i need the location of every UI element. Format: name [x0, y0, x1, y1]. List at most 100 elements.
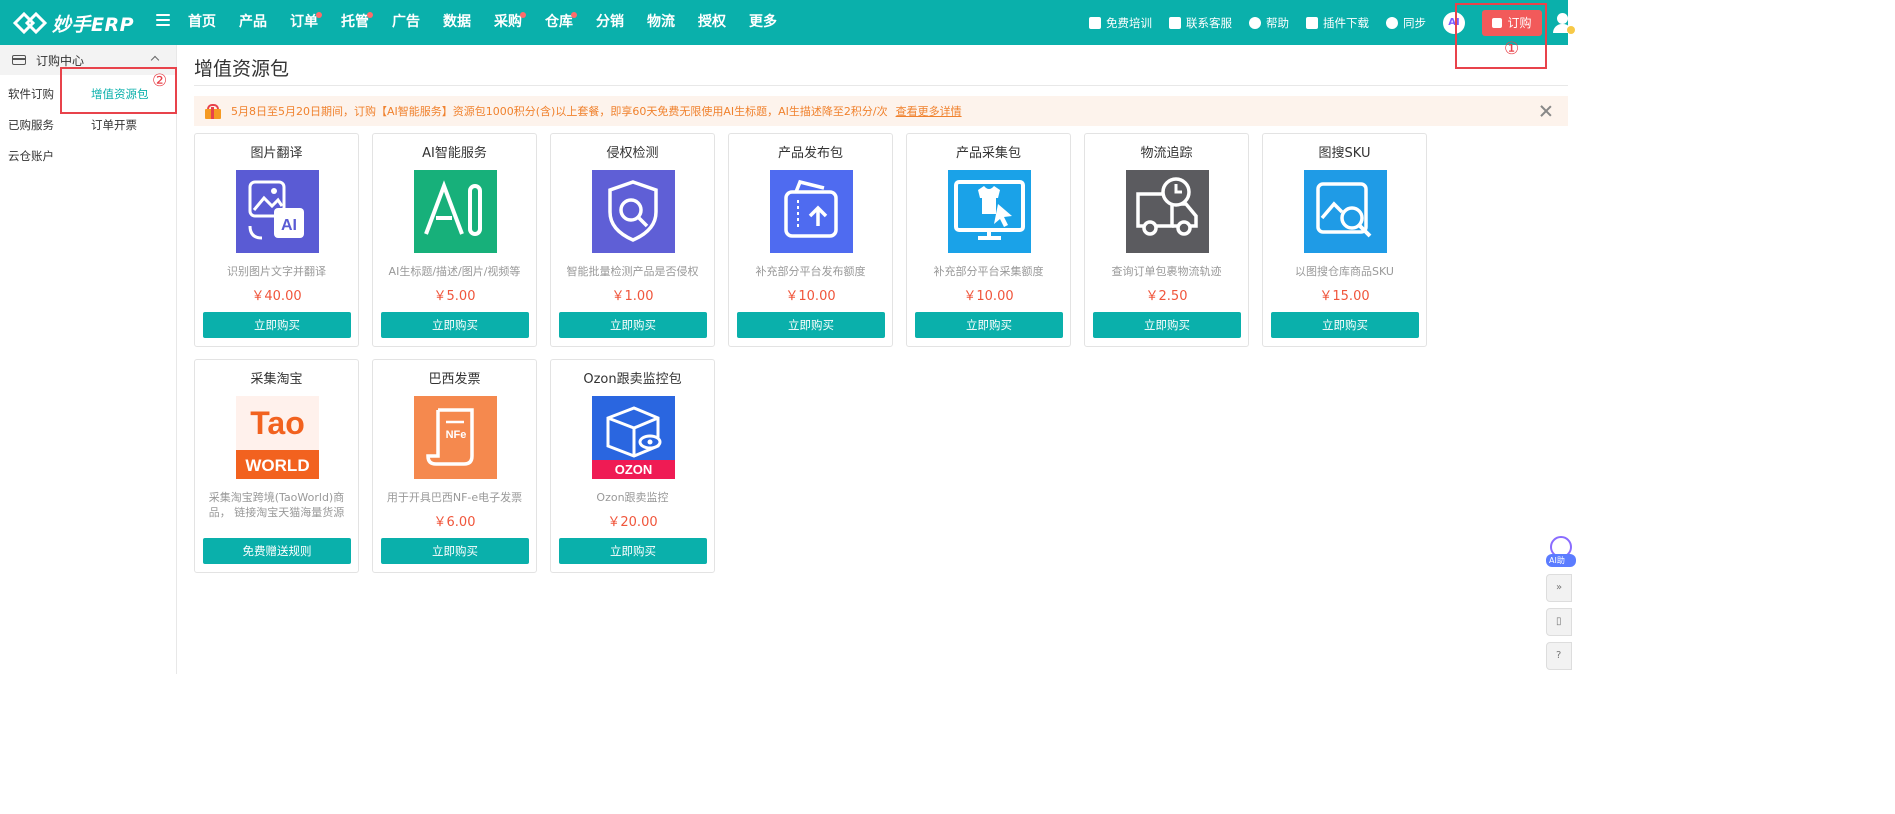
sidebar-item-cloud-warehouse-account[interactable]: 云仓账户: [8, 148, 54, 164]
card-title: 产品采集包: [955, 146, 1021, 161]
notification-dot: [520, 12, 526, 18]
close-icon[interactable]: [1540, 105, 1552, 117]
annotation-box-1: [1455, 3, 1547, 69]
sync-icon: [1386, 16, 1398, 29]
nav-item-5[interactable]: 数据: [443, 0, 494, 45]
sync-link[interactable]: 同步: [1386, 15, 1426, 31]
nav-item-label: 广告: [392, 14, 420, 30]
notification-dot: [571, 12, 577, 18]
buy-now-button[interactable]: 立即购买: [203, 312, 351, 338]
menu-toggle-icon[interactable]: [156, 14, 170, 30]
nav-item-label: 物流: [647, 14, 675, 30]
sidebar-item-invoicing[interactable]: 订单开票: [91, 117, 137, 133]
nav-item-3[interactable]: 托管: [341, 0, 392, 45]
infringement-shield-icon: [592, 170, 675, 253]
double-chevron-icon: »: [1556, 582, 1563, 593]
nav-item-9[interactable]: 物流: [647, 0, 698, 45]
chat-icon: [1169, 16, 1181, 29]
card-title: 采集淘宝: [250, 372, 303, 387]
card-description: Ozon跟卖监控: [596, 491, 669, 504]
buy-now-button[interactable]: 立即购买: [559, 538, 707, 564]
nav-item-label: 产品: [239, 14, 267, 30]
card-title: 产品发布包: [777, 146, 843, 161]
annotation-number-1: ①: [1504, 39, 1520, 59]
buy-now-button[interactable]: 免费赠送规则: [203, 538, 351, 564]
plugin-download-link[interactable]: 插件下载: [1306, 15, 1369, 31]
card-description: 采集淘宝跨境(TaoWorld)商品， 链接淘宝天猫海量货源: [208, 491, 345, 519]
nav-item-6[interactable]: 采购: [494, 0, 545, 45]
nav-item-8[interactable]: 分销: [596, 0, 647, 45]
buy-now-button[interactable]: 立即购买: [737, 312, 885, 338]
plugin-download-label: 插件下载: [1323, 15, 1369, 30]
nav-item-10[interactable]: 授权: [698, 0, 749, 45]
ai-helper-button[interactable]: AI助: [1546, 536, 1576, 570]
svg-text:Tao: Tao: [250, 405, 305, 441]
ai-service-icon: [414, 170, 497, 253]
free-training-link[interactable]: 免费培训: [1089, 15, 1152, 31]
card-price: ￥20.00: [607, 515, 658, 530]
buy-now-button[interactable]: 立即购买: [381, 312, 529, 338]
buy-now-button[interactable]: 立即购买: [559, 312, 707, 338]
user-avatar-icon[interactable]: [1552, 12, 1575, 34]
resource-card: 图搜SKU 以图搜仓库商品SKU ￥15.00 立即购买: [1262, 133, 1427, 347]
card-price: ￥2.50: [1145, 289, 1188, 304]
resource-card: AI智能服务 AI生标题/描述/图片/视频等 ￥5.00 立即购买: [372, 133, 537, 347]
buy-now-button[interactable]: 立即购买: [915, 312, 1063, 338]
training-icon: [1089, 16, 1101, 29]
nav-item-2[interactable]: 订单: [290, 0, 341, 45]
resource-card: 图片翻译 AI 识别图片文字并翻译 ￥40.00 立即购买: [194, 133, 359, 347]
nav-item-1[interactable]: 产品: [239, 0, 290, 45]
card-price: ￥5.00: [433, 289, 476, 304]
card-description: 补充部分平台发布额度: [755, 265, 866, 278]
card-title: AI智能服务: [422, 146, 487, 161]
notification-dot: [367, 12, 373, 18]
resource-card: Ozon跟卖监控包 OZON Ozon跟卖监控 ￥20.00 立即购买: [550, 359, 715, 573]
free-training-label: 免费培训: [1106, 15, 1152, 30]
resource-card: 物流追踪 查询订单包裹物流轨迹 ￥2.50 立即购买: [1084, 133, 1249, 347]
nav-item-7[interactable]: 仓库: [545, 0, 596, 45]
mobile-button[interactable]: ▯: [1546, 608, 1572, 636]
buy-now-button[interactable]: 立即购买: [381, 538, 529, 564]
feedback-button[interactable]: ?: [1546, 642, 1572, 670]
nav-item-label: 分销: [596, 14, 624, 30]
card-price: ￥6.00: [433, 515, 476, 530]
sidebar-item-purchased-services[interactable]: 已购服务: [8, 117, 54, 133]
help-icon: [1249, 16, 1261, 29]
image-search-icon: [1304, 170, 1387, 253]
card-price: ￥15.00: [1319, 289, 1370, 304]
phone-icon: ▯: [1556, 616, 1562, 627]
nav-item-label: 数据: [443, 14, 471, 30]
logo-mark-icon: [12, 11, 48, 35]
resource-card: 侵权检测 智能批量检测产品是否侵权 ￥1.00 立即购买: [550, 133, 715, 347]
card-description: 智能批量检测产品是否侵权: [566, 265, 699, 278]
nav-item-4[interactable]: 广告: [392, 0, 443, 45]
nav-item-11[interactable]: 更多: [749, 0, 800, 45]
svg-text:AI: AI: [281, 217, 297, 234]
card-description: 补充部分平台采集额度: [933, 265, 1044, 278]
card-title: 物流追踪: [1140, 146, 1193, 161]
contact-service-link[interactable]: 联系客服: [1169, 15, 1232, 31]
image-translate-icon: AI: [236, 170, 319, 253]
promo-details-link[interactable]: 查看更多详情: [896, 103, 962, 119]
nfe-invoice-icon: NFe: [414, 396, 497, 479]
buy-now-button[interactable]: 立即购买: [1093, 312, 1241, 338]
ai-helper-label: AI助: [1546, 554, 1576, 567]
nav-item-label: 首页: [188, 14, 216, 30]
collapse-arrows-button[interactable]: »: [1546, 574, 1572, 602]
sidebar-item-software-order[interactable]: 软件订购: [8, 86, 54, 102]
help-link[interactable]: 帮助: [1249, 15, 1289, 31]
notification-dot: [316, 12, 322, 18]
card-title: 图片翻译: [250, 146, 303, 161]
taoworld-logo-icon: Tao WORLD: [236, 396, 319, 479]
nav-item-0[interactable]: 首页: [188, 0, 239, 45]
title-divider: [194, 85, 1568, 86]
app-logo[interactable]: 妙手ERP: [12, 8, 134, 38]
svg-text:WORLD: WORLD: [245, 456, 309, 475]
nav-item-label: 更多: [749, 14, 777, 30]
logo-text: 妙手ERP: [52, 13, 135, 36]
buy-now-button[interactable]: 立即购买: [1271, 312, 1419, 338]
nav-item-label: 授权: [698, 14, 726, 30]
chevron-up-icon: [150, 55, 160, 65]
card-title: 图搜SKU: [1318, 146, 1371, 161]
promo-notice: 5月8日至5月20日期间，订购【AI智能服务】资源包1000积分(含)以上套餐，…: [194, 96, 1568, 126]
